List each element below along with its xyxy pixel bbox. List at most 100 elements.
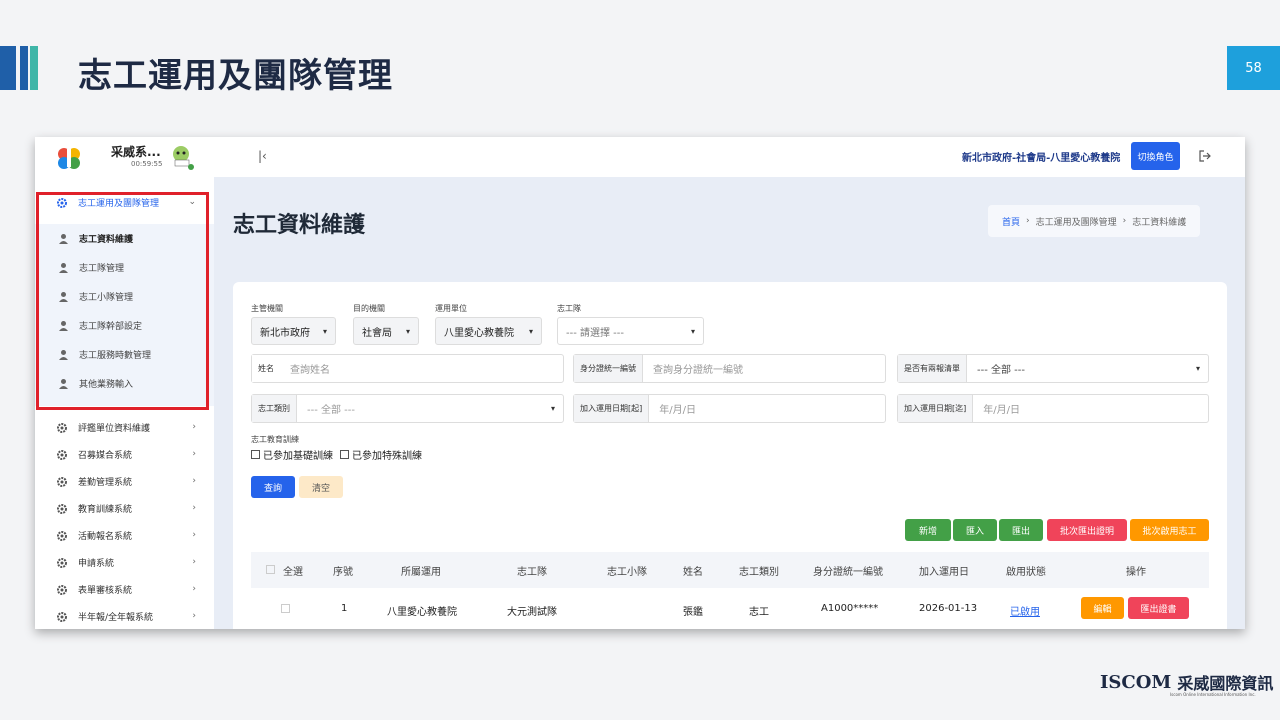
clear-button[interactable]: 清空 — [299, 476, 343, 498]
chevron-down-icon: ▾ — [1195, 364, 1200, 373]
import-button[interactable]: 匯入 — [953, 519, 997, 541]
sidebar-item-label: 差勤管理系統 — [78, 478, 133, 488]
chevron-right-icon: › — [192, 611, 196, 621]
breadcrumb-home[interactable]: 首頁 — [1002, 215, 1020, 228]
chevron-down-icon: ▾ — [550, 404, 555, 413]
sidebar-item-label: 申請系統 — [78, 559, 115, 569]
cell-type: 志工 — [749, 607, 769, 618]
company-logo: ISCOM 采威國際資訊 Iscom Online International … — [1100, 670, 1274, 698]
sidebar-item-label: 召募媒合系統 — [78, 451, 133, 461]
gear-icon — [57, 422, 67, 433]
type-field[interactable]: 志工類別 --- 全部 --- ▾ — [251, 394, 564, 423]
export-button[interactable]: 匯出 — [999, 519, 1043, 541]
session-timer: 00:59:55 — [131, 160, 163, 168]
list-field[interactable]: 是否有兩報清單 --- 全部 --- ▾ — [897, 354, 1209, 383]
logo-zh: 采威國際資訊 — [1177, 674, 1274, 693]
breadcrumb-item[interactable]: 志工運用及團隊管理 — [1036, 215, 1117, 228]
sidebar: 采威系... 00:59:55 志工運用及團隊管理 ⌄ 志工資料維護 志工隊管理… — [35, 137, 214, 629]
chevron-right-icon: › — [192, 422, 196, 432]
accent-bar — [0, 46, 16, 90]
join-end-input[interactable]: 年/月/日 — [973, 395, 1208, 422]
brand: 采威系... 00:59:55 — [35, 137, 214, 179]
type-value: --- 全部 --- — [307, 405, 356, 416]
accent-bar — [20, 46, 28, 90]
cell-team: 大元測試隊 — [507, 607, 557, 618]
name-field: 姓名 查詢姓名 — [251, 354, 564, 383]
status-link[interactable]: 已啟用 — [1010, 603, 1040, 618]
highlight-box — [36, 192, 209, 410]
app-logo-icon — [58, 148, 80, 169]
unit-label: 運用單位 — [435, 304, 467, 313]
col-subteam: 志工小隊 — [607, 567, 647, 578]
dept-value: 社會局 — [362, 327, 392, 339]
breadcrumb-separator: › — [1026, 216, 1030, 226]
sidebar-item-label: 活動報名系統 — [78, 532, 133, 542]
accent-bar — [30, 46, 38, 90]
page-number: 58 — [1227, 46, 1280, 90]
batch-export-cert-button[interactable]: 批次匯出證明 — [1047, 519, 1127, 541]
agency-value: 新北市政府 — [260, 327, 310, 339]
team-select[interactable]: --- 請選擇 --- ▾ — [557, 317, 704, 345]
cell-join-date: 2026-01-13 — [919, 603, 978, 614]
breadcrumb-current: 志工資料維護 — [1132, 217, 1187, 228]
sidebar-item-report[interactable]: 半年報/全年報系統 › — [35, 603, 214, 629]
id-field: 身分證統一編號 查詢身分證統一編號 — [573, 354, 886, 383]
logo-en: ISCOM — [1100, 671, 1172, 693]
gear-icon — [57, 449, 67, 460]
sidebar-item-apply[interactable]: 申請系統 › — [35, 549, 214, 576]
select-all-checkbox[interactable] — [266, 565, 275, 574]
unit-select[interactable]: 八里愛心教養院 ▾ — [435, 317, 542, 345]
chevron-down-icon: ▾ — [528, 326, 533, 336]
chevron-right-icon: › — [192, 449, 196, 459]
collapse-sidebar-icon[interactable]: |‹ — [258, 149, 267, 163]
edit-button[interactable]: 編輯 — [1081, 597, 1124, 619]
chevron-down-icon: ▾ — [690, 326, 695, 336]
col-actions: 操作 — [1126, 567, 1146, 578]
join-start-input[interactable]: 年/月/日 — [649, 395, 885, 422]
unit-value: 八里愛心教養院 — [444, 327, 514, 339]
col-join-date: 加入運用日 — [919, 567, 969, 578]
gear-icon — [57, 476, 67, 487]
switch-role-button[interactable]: 切換角色 — [1131, 142, 1180, 170]
table-row: 1 八里愛心教養院 大元測試隊 張鑑 志工 A1000***** 2026-01… — [251, 588, 1209, 629]
sidebar-item-label: 評鑑單位資料維護 — [78, 424, 151, 434]
agency-select[interactable]: 新北市政府 ▾ — [251, 317, 336, 345]
add-button[interactable]: 新增 — [905, 519, 951, 541]
col-name: 姓名 — [683, 567, 703, 578]
app-name: 采威系... — [111, 145, 161, 159]
page-heading: 志工資料維護 — [233, 213, 366, 238]
basic-training-label: 已參加基礎訓練 — [263, 451, 333, 462]
join-end-label: 加入運用日期[迄] — [898, 395, 974, 422]
chevron-right-icon: › — [192, 476, 196, 486]
dept-label: 目的機關 — [353, 304, 385, 313]
sidebar-item-label: 教育訓練系統 — [78, 505, 133, 515]
col-team: 志工隊 — [517, 567, 547, 578]
search-card: 主管機關 新北市政府 ▾ 目的機關 社會局 ▾ 運用單位 八里愛心教養院 ▾ 志… — [233, 282, 1227, 629]
gear-icon — [57, 503, 67, 514]
sidebar-item-activity[interactable]: 活動報名系統 › — [35, 522, 214, 549]
name-input[interactable]: 查詢姓名 — [280, 355, 563, 382]
search-button[interactable]: 查詢 — [251, 476, 295, 498]
sidebar-item-attendance[interactable]: 差勤管理系統 › — [35, 468, 214, 495]
logout-icon[interactable] — [1198, 149, 1212, 163]
training-label: 志工教育訓練 — [251, 435, 299, 444]
cell-seq: 1 — [341, 603, 348, 614]
special-training-checkbox[interactable] — [340, 450, 349, 459]
batch-enable-button[interactable]: 批次啟用志工 — [1130, 519, 1209, 541]
sidebar-item-evaluation[interactable]: 評鑑單位資料維護 › — [35, 414, 214, 441]
sidebar-item-review[interactable]: 表單審核系統 › — [35, 576, 214, 603]
sidebar-item-recruit[interactable]: 召募媒合系統 › — [35, 441, 214, 468]
dept-select[interactable]: 社會局 ▾ — [353, 317, 419, 345]
id-input[interactable]: 查詢身分證統一編號 — [643, 355, 885, 382]
col-status: 啟用狀態 — [1006, 567, 1046, 578]
row-checkbox[interactable] — [281, 604, 290, 613]
chevron-right-icon: › — [192, 557, 196, 567]
sidebar-item-label: 表單審核系統 — [78, 586, 133, 596]
list-value: --- 全部 --- — [977, 365, 1026, 376]
cell-id: A1000***** — [821, 603, 879, 614]
basic-training-checkbox[interactable] — [251, 450, 260, 459]
type-label: 志工類別 — [252, 395, 297, 422]
chevron-right-icon: › — [192, 530, 196, 540]
export-cert-button[interactable]: 匯出證書 — [1128, 597, 1189, 619]
sidebar-item-training[interactable]: 教育訓練系統 › — [35, 495, 214, 522]
